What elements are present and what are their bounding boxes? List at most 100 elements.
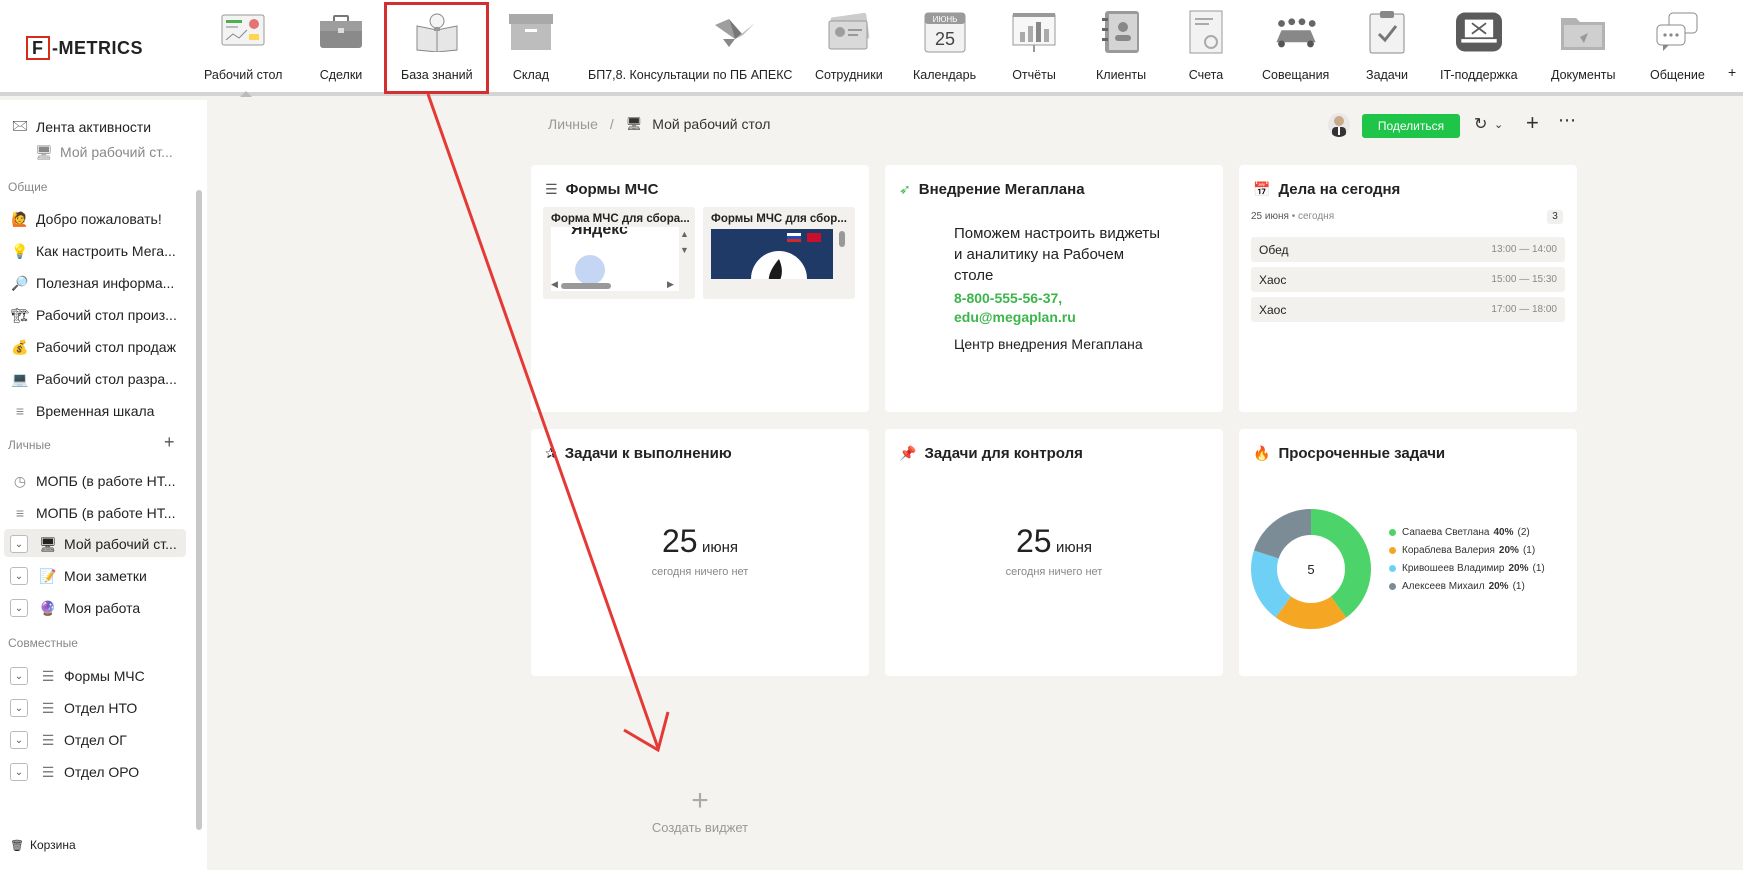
form-preview-1[interactable]: Форма МЧС для сбора... Яндекс ◀ ▶ ▲ ▼ — [543, 207, 695, 299]
form-preview-title: Форма МЧС для сбора... — [551, 213, 689, 225]
phone-link[interactable]: 8-800-555-56-37, — [954, 289, 1076, 308]
chevron-down-icon[interactable]: ⌄ — [10, 599, 28, 617]
sidebar-item[interactable]: ⌄ ☰ Отдел ОГ — [10, 731, 127, 749]
chevron-down-icon[interactable]: ⌄ — [10, 699, 28, 717]
legend-item[interactable]: Кривошеев Владимир 20% (1) — [1389, 563, 1545, 574]
sidebar-item[interactable]: ⌄ ☰ Формы МЧС — [10, 667, 145, 685]
sidebar-item-label: Мои заметки — [64, 568, 147, 584]
nav-item-calendar[interactable]: ИЮНЬ 25 Календарь — [913, 10, 976, 86]
nav-label: Документы — [1551, 68, 1616, 82]
magnifier-icon: 🔎 — [11, 274, 29, 291]
nav-label: Склад — [512, 68, 550, 82]
nav-item-warehouse[interactable]: Склад — [508, 10, 554, 86]
chevron-down-icon[interactable]: ⌄ — [1494, 118, 1503, 131]
scroll-left-icon[interactable]: ◀ — [551, 279, 558, 290]
email-link[interactable]: edu@megaplan.ru — [954, 308, 1076, 327]
laptop-icon: 💻 — [11, 370, 29, 387]
monitor-icon: 🖥 — [39, 535, 57, 552]
task-name: Хаос — [1259, 273, 1287, 287]
nav-item-clients[interactable]: Клиенты — [1096, 10, 1146, 86]
sidebar-item[interactable]: 🔎 Полезная информа... — [10, 274, 174, 292]
sidebar-item[interactable]: 🙋 Добро пожаловать! — [10, 210, 161, 228]
chevron-down-icon[interactable]: ⌄ — [10, 567, 28, 585]
horizontal-scrollbar[interactable] — [561, 283, 611, 289]
money-bag-icon: 💰 — [11, 338, 29, 355]
sidebar-item[interactable]: ⌄ 📝 Мои заметки — [10, 567, 147, 585]
sidebar-section-shared: Совместные — [8, 636, 78, 650]
sidebar-item-label: Как настроить Мега... — [36, 243, 176, 259]
clock-icon: ◷ — [13, 472, 27, 489]
f-metrics-logo[interactable]: F -METRICS — [26, 36, 143, 60]
sidebar-item[interactable]: 🏗 Рабочий стол произ... — [10, 306, 177, 324]
task-name: Обед — [1259, 243, 1289, 257]
sidebar-item-pinned[interactable]: 🖥 Мой рабочий ст... — [10, 143, 173, 161]
nav-item-deals[interactable]: Сделки — [318, 10, 364, 86]
sidebar-scrollbar[interactable] — [196, 190, 202, 830]
form-preview-thumbnail — [711, 229, 833, 279]
refresh-icon[interactable]: ↻ — [1474, 114, 1487, 134]
logo-text: -METRICS — [52, 37, 143, 58]
nav-item-reports[interactable]: Отчёты — [1011, 10, 1057, 86]
today-task-row[interactable]: Хаос 17:00 — 18:00 — [1251, 297, 1565, 322]
today-sub-text: сегодня — [1298, 211, 1335, 222]
chevron-down-icon[interactable]: ⌄ — [10, 731, 28, 749]
vertical-scrollbar[interactable] — [839, 231, 845, 247]
nav-item-tasks[interactable]: Задачи — [1364, 10, 1410, 86]
megaplan-leaf-icon: ➶ — [899, 181, 911, 197]
wave-icon: 🙋 — [11, 210, 29, 227]
nav-item-consultations[interactable]: БП7,8. Консультации по ПБ АПЕКС — [588, 10, 792, 86]
nav-item-meetings[interactable]: Совещания — [1262, 10, 1329, 86]
widget-title: ✰ Задачи к выполнению — [545, 445, 732, 462]
sidebar-item[interactable]: ⌄ ☰ Отдел НТО — [10, 699, 137, 717]
scroll-up-icon[interactable]: ▲ — [680, 229, 689, 239]
mchs-emblem-icon — [751, 251, 807, 279]
sidebar-item-my-desktop[interactable]: ⌄ 🖥 Мой рабочий ст... — [10, 535, 177, 553]
sidebar-item-label: Моя работа — [64, 600, 141, 616]
clipboard-check-icon — [1364, 10, 1410, 54]
chevron-down-icon[interactable]: ⌄ — [10, 763, 28, 781]
sidebar-item[interactable]: ≡ Временная шкала — [10, 402, 155, 420]
uk-flag-icon — [807, 233, 821, 242]
nav-item-it-support[interactable]: IT-поддержка — [1440, 10, 1518, 86]
today-task-row[interactable]: Обед 13:00 — 14:00 — [1251, 237, 1565, 262]
nav-more-button[interactable]: + — [1728, 64, 1736, 140]
timeline-icon: ≡ — [15, 403, 25, 419]
trash-link[interactable]: 🗑 Корзина — [10, 838, 76, 852]
sidebar-item[interactable]: 💡 Как настроить Мега... — [10, 242, 176, 260]
sidebar-item[interactable]: ≡ МОПБ (в работе НТ... — [10, 504, 176, 522]
chevron-down-icon[interactable]: ⌄ — [10, 667, 28, 685]
sidebar-item[interactable]: ⌄ 🔮 Моя работа — [10, 599, 140, 617]
add-icon[interactable]: + — [1526, 110, 1539, 136]
legend-item[interactable]: Кораблева Валерия 20% (1) — [1389, 545, 1535, 556]
sidebar-item[interactable]: ⌄ ☰ Отдел ОРО — [10, 763, 139, 781]
sidebar-item-label: Временная шкала — [36, 403, 155, 419]
breadcrumb-parent[interactable]: Личные — [548, 116, 598, 132]
legend-item[interactable]: Сапаева Светлана 40% (2) — [1389, 527, 1530, 538]
nav-item-communication[interactable]: Общение — [1650, 10, 1705, 86]
task-time: 13:00 — 14:00 — [1491, 244, 1557, 255]
nav-item-employees[interactable]: Сотрудники — [815, 10, 883, 86]
share-button[interactable]: Поделиться — [1362, 114, 1460, 138]
nav-item-invoices[interactable]: Счета — [1183, 10, 1229, 86]
sidebar-item-activity-feed[interactable]: 🖂 Лента активности — [10, 117, 151, 136]
legend-dot — [1389, 583, 1396, 590]
scroll-down-icon[interactable]: ▼ — [680, 245, 689, 255]
avatar[interactable] — [1328, 113, 1350, 137]
sidebar-item[interactable]: ◷ МОПБ (в работе НТ... — [10, 472, 176, 490]
nav-item-dashboard[interactable]: Рабочий стол — [204, 10, 282, 86]
sidebar-item-label: Рабочий стол разра... — [36, 371, 177, 387]
sidebar-item[interactable]: 💰 Рабочий стол продаж — [10, 338, 176, 356]
sidebar-item[interactable]: 💻 Рабочий стол разра... — [10, 370, 177, 388]
more-options-icon[interactable]: ⋯ — [1558, 110, 1577, 131]
control-month: июня — [1056, 539, 1093, 556]
today-task-row[interactable]: Хаос 15:00 — 15:30 — [1251, 267, 1565, 292]
scroll-right-icon[interactable]: ▶ — [667, 279, 674, 290]
chevron-down-icon[interactable]: ⌄ — [10, 535, 28, 553]
form-preview-title: Формы МЧС для сбор... — [711, 213, 847, 225]
form-preview-2[interactable]: Формы МЧС для сбор... — [703, 207, 855, 299]
nav-item-documents[interactable]: Документы — [1551, 10, 1615, 86]
legend-item[interactable]: Алексеев Михаил 20% (1) — [1389, 581, 1525, 592]
trash-label: Корзина — [29, 838, 76, 852]
add-personal-button[interactable]: + — [164, 432, 175, 453]
create-widget-button[interactable]: + Создать виджет — [640, 786, 760, 836]
